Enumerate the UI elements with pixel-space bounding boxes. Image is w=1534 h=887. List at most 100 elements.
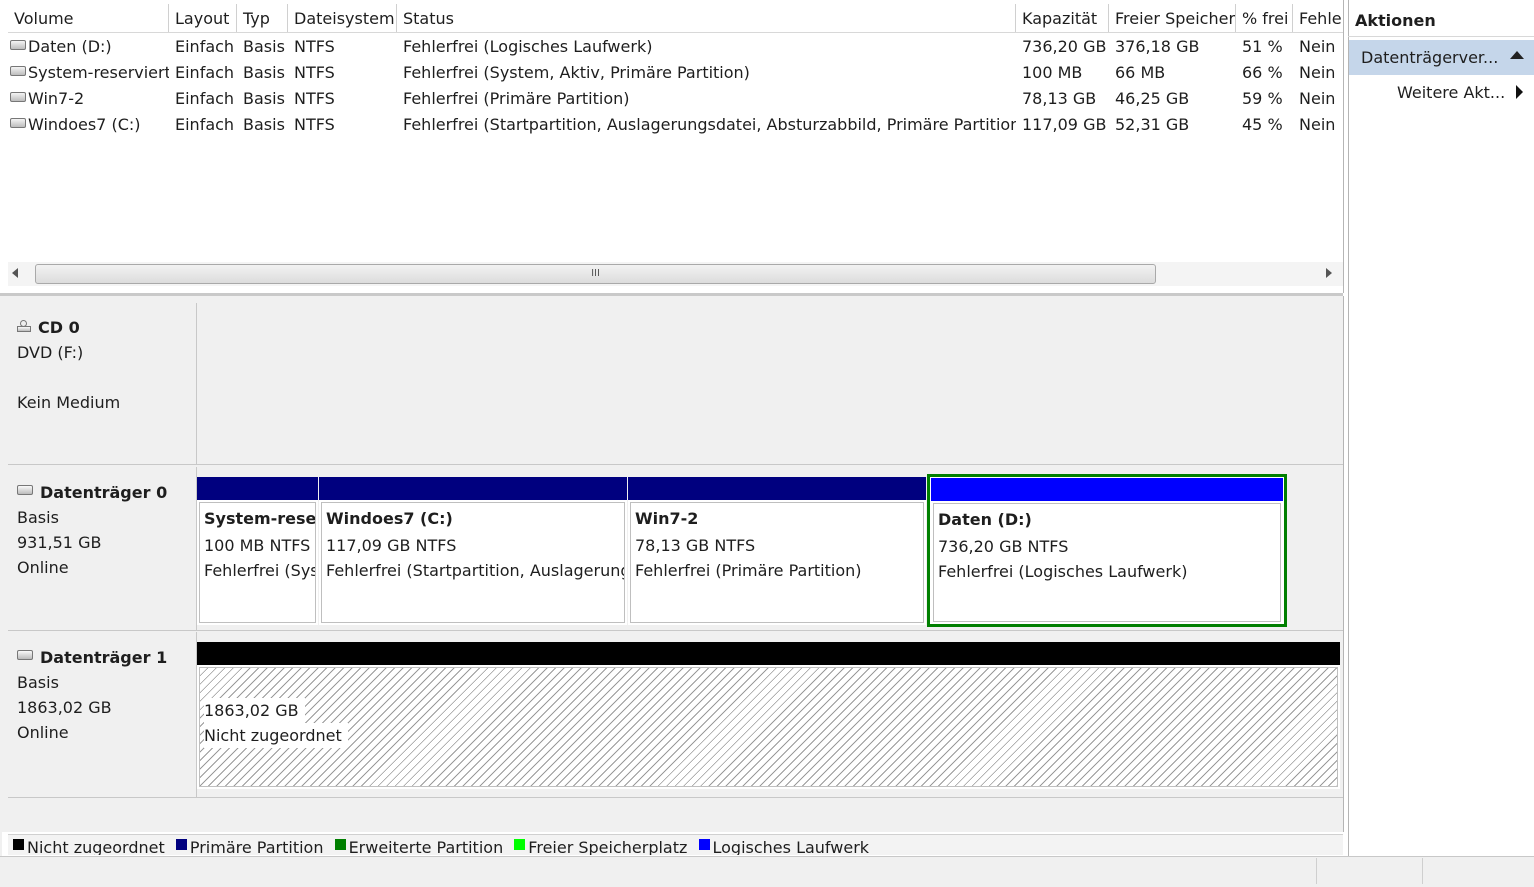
disk-label-disk0[interactable]: Datenträger 0 Basis 931,51 GB Online	[8, 467, 197, 630]
legend-swatch	[13, 839, 24, 850]
dateisystem-cell: NTFS	[294, 115, 335, 134]
prozent-frei-cell: 59 %	[1242, 89, 1283, 108]
status-cell: Fehlerfrei (System, Aktiv, Primäre Parti…	[403, 63, 750, 82]
status-bar-separator	[1316, 858, 1317, 884]
partition-type-bar	[319, 477, 627, 500]
volume-name-cell: System-reserviert	[10, 60, 169, 86]
legend-bar: Nicht zugeordnet Primäre Partition Erwei…	[8, 834, 1343, 855]
volume-row[interactable]: Win7-2 Einfach Basis NTFS Fehlerfrei (Pr…	[8, 86, 1343, 112]
partition-system-reserved[interactable]: System-reserviert 100 MB NTFS Fehlerfrei…	[197, 477, 318, 625]
prozent-frei-cell: 45 %	[1242, 115, 1283, 134]
disk-line: 931,51 GB	[17, 533, 102, 552]
dateisystem-cell: NTFS	[294, 89, 335, 108]
actions-title: Aktionen	[1348, 5, 1534, 37]
typ-cell: Basis	[243, 89, 285, 108]
prozent-frei-cell: 51 %	[1242, 37, 1283, 56]
legend-label: Nicht zugeordnet	[27, 838, 165, 855]
legend-item: Nicht zugeordnet	[8, 835, 165, 855]
volume-row[interactable]: Daten (D:) Einfach Basis NTFS Fehlerfrei…	[8, 34, 1343, 60]
column-header-typ[interactable]: Typ	[237, 4, 288, 32]
partition-status: Fehlerfrei (System, Aktiv, Primäre Parti…	[204, 561, 316, 580]
status-cell: Fehlerfrei (Primäre Partition)	[403, 89, 630, 108]
partition-type-bar	[628, 477, 926, 500]
collapse-up-icon[interactable]	[1510, 51, 1524, 59]
partition-title: Win7-2	[635, 509, 699, 528]
volume-icon	[10, 118, 26, 128]
disk-title: Datenträger 1	[17, 645, 196, 670]
partition-body: Windoes7 (C:) 117,09 GB NTFS Fehlerfrei …	[321, 502, 625, 623]
status-cell: Fehlerfrei (Startpartition, Auslagerungs…	[403, 115, 1016, 134]
row-separator	[8, 797, 1343, 798]
disk-title: CD 0	[17, 315, 196, 340]
status-bar	[0, 856, 1534, 887]
freier-speicher-cell: 66 MB	[1115, 63, 1166, 82]
disk-label-cd0[interactable]: CD 0 DVD (F:) Kein Medium	[8, 303, 197, 464]
typ-cell: Basis	[243, 115, 285, 134]
partition-status: Nicht zugeordnet	[204, 723, 348, 748]
scroll-left-arrow-icon[interactable]	[12, 268, 18, 278]
column-header-dateisystem[interactable]: Dateisystem	[288, 4, 397, 32]
disk-line: Basis	[17, 673, 59, 692]
actions-pane	[1348, 0, 1534, 856]
disk-line: Basis	[17, 508, 59, 527]
partition-title: Windoes7 (C:)	[326, 509, 453, 528]
column-header-fehler[interactable]: Fehler	[1293, 4, 1343, 32]
partition-size: 100 MB NTFS	[204, 536, 311, 555]
partition-body: Win7-2 78,13 GB NTFS Fehlerfrei (Primäre…	[630, 502, 924, 623]
volume-list-header: Volume Layout Typ Dateisystem Status Kap…	[8, 4, 1343, 33]
column-header-status[interactable]: Status	[397, 4, 1016, 32]
partition-type-bar	[197, 642, 1340, 665]
disk-title: Datenträger 0	[17, 480, 196, 505]
column-header-prozent-frei[interactable]: % frei	[1236, 4, 1293, 32]
legend-label: Logisches Laufwerk	[712, 838, 870, 855]
kapazitaet-cell: 100 MB	[1022, 63, 1083, 82]
fehler-cell: Nein	[1299, 115, 1336, 134]
submenu-arrow-icon	[1516, 85, 1523, 99]
volume-name-cell: Daten (D:)	[10, 34, 169, 60]
partition-size: 736,20 GB NTFS	[938, 537, 1069, 556]
fehler-cell: Nein	[1299, 63, 1336, 82]
disk-line: Online	[17, 558, 69, 577]
column-header-layout[interactable]: Layout	[169, 4, 237, 32]
legend-item: Freier Speicherplatz	[514, 835, 687, 855]
volume-icon	[10, 40, 26, 50]
typ-cell: Basis	[243, 63, 285, 82]
more-actions-item[interactable]: Weitere Akt...	[1349, 78, 1534, 108]
freier-speicher-cell: 52,31 GB	[1115, 115, 1190, 134]
column-header-freier-speicher[interactable]: Freier Speicher	[1109, 4, 1236, 32]
scrollbar-thumb[interactable]: III	[35, 264, 1156, 284]
volume-row[interactable]: System-reserviert Einfach Basis NTFS Feh…	[8, 60, 1343, 86]
kapazitaet-cell: 117,09 GB	[1022, 115, 1107, 134]
partition-daten-d-selected[interactable]: Daten (D:) 736,20 GB NTFS Fehlerfrei (Lo…	[927, 474, 1287, 627]
column-header-kapazitaet[interactable]: Kapazität	[1016, 4, 1109, 32]
legend-label: Erweiterte Partition	[348, 838, 504, 855]
disk-label-disk1[interactable]: Datenträger 1 Basis 1863,02 GB Online	[8, 632, 197, 797]
legend-swatch	[334, 839, 346, 850]
hard-disk-icon	[17, 485, 33, 495]
dateisystem-cell: NTFS	[294, 63, 335, 82]
partition-status: Fehlerfrei (Logisches Laufwerk)	[938, 562, 1188, 581]
volume-name-cell: Win7-2	[10, 86, 169, 112]
partition-body: System-reserviert 100 MB NTFS Fehlerfrei…	[199, 502, 316, 623]
partition-windoes7-c[interactable]: Windoes7 (C:) 117,09 GB NTFS Fehlerfrei …	[319, 477, 627, 625]
partition-body: 1863,02 GB Nicht zugeordnet	[199, 667, 1338, 787]
volume-name: System-reserviert	[28, 63, 169, 82]
disk-line: DVD (F:)	[17, 343, 84, 362]
column-header-volume[interactable]: Volume	[8, 4, 169, 32]
partition-unallocated[interactable]: 1863,02 GB Nicht zugeordnet	[197, 642, 1340, 789]
layout-cell: Einfach	[175, 37, 235, 56]
cd-drive-icon	[17, 320, 31, 332]
volume-icon	[10, 92, 26, 102]
partition-size: 1863,02 GB	[204, 698, 305, 723]
volume-name: Daten (D:)	[28, 37, 112, 56]
layout-cell: Einfach	[175, 89, 235, 108]
actions-section-header[interactable]: Datenträgerver...	[1349, 40, 1534, 75]
volume-name: Win7-2	[28, 89, 85, 108]
partition-title: System-reserviert	[204, 509, 316, 528]
volume-row[interactable]: Windoes7 (C:) Einfach Basis NTFS Fehlerf…	[8, 112, 1343, 138]
legend-label: Primäre Partition	[189, 838, 324, 855]
scroll-right-arrow-icon[interactable]	[1326, 268, 1332, 278]
legend-swatch	[175, 839, 187, 850]
partition-win7-2[interactable]: Win7-2 78,13 GB NTFS Fehlerfrei (Primäre…	[628, 477, 926, 625]
disk-line: 1863,02 GB	[17, 698, 112, 717]
